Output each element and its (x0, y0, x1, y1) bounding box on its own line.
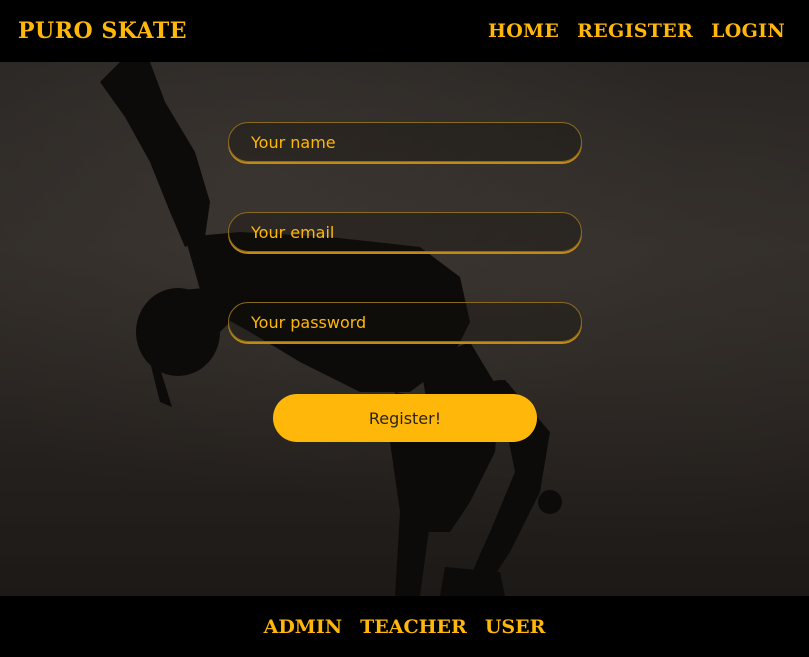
hero-background: Register! (0, 62, 809, 596)
register-button[interactable]: Register! (273, 394, 537, 442)
register-form: Register! (0, 62, 809, 596)
nav-home-link[interactable]: HOME (488, 20, 559, 42)
email-input[interactable] (228, 212, 582, 252)
footer-user-link[interactable]: USER (485, 616, 546, 638)
nav-register-link[interactable]: REGISTER (577, 20, 693, 42)
nav-login-link[interactable]: LOGIN (711, 20, 785, 42)
name-input[interactable] (228, 122, 582, 162)
footer-admin-link[interactable]: ADMIN (264, 616, 343, 638)
top-navbar: PURO SKATE HOME REGISTER LOGIN (0, 0, 809, 62)
footer-nav: ADMIN TEACHER USER (0, 596, 809, 657)
password-input[interactable] (228, 302, 582, 342)
brand-logo[interactable]: PURO SKATE (18, 18, 187, 44)
main-nav: HOME REGISTER LOGIN (488, 20, 791, 42)
footer-teacher-link[interactable]: TEACHER (360, 616, 467, 638)
